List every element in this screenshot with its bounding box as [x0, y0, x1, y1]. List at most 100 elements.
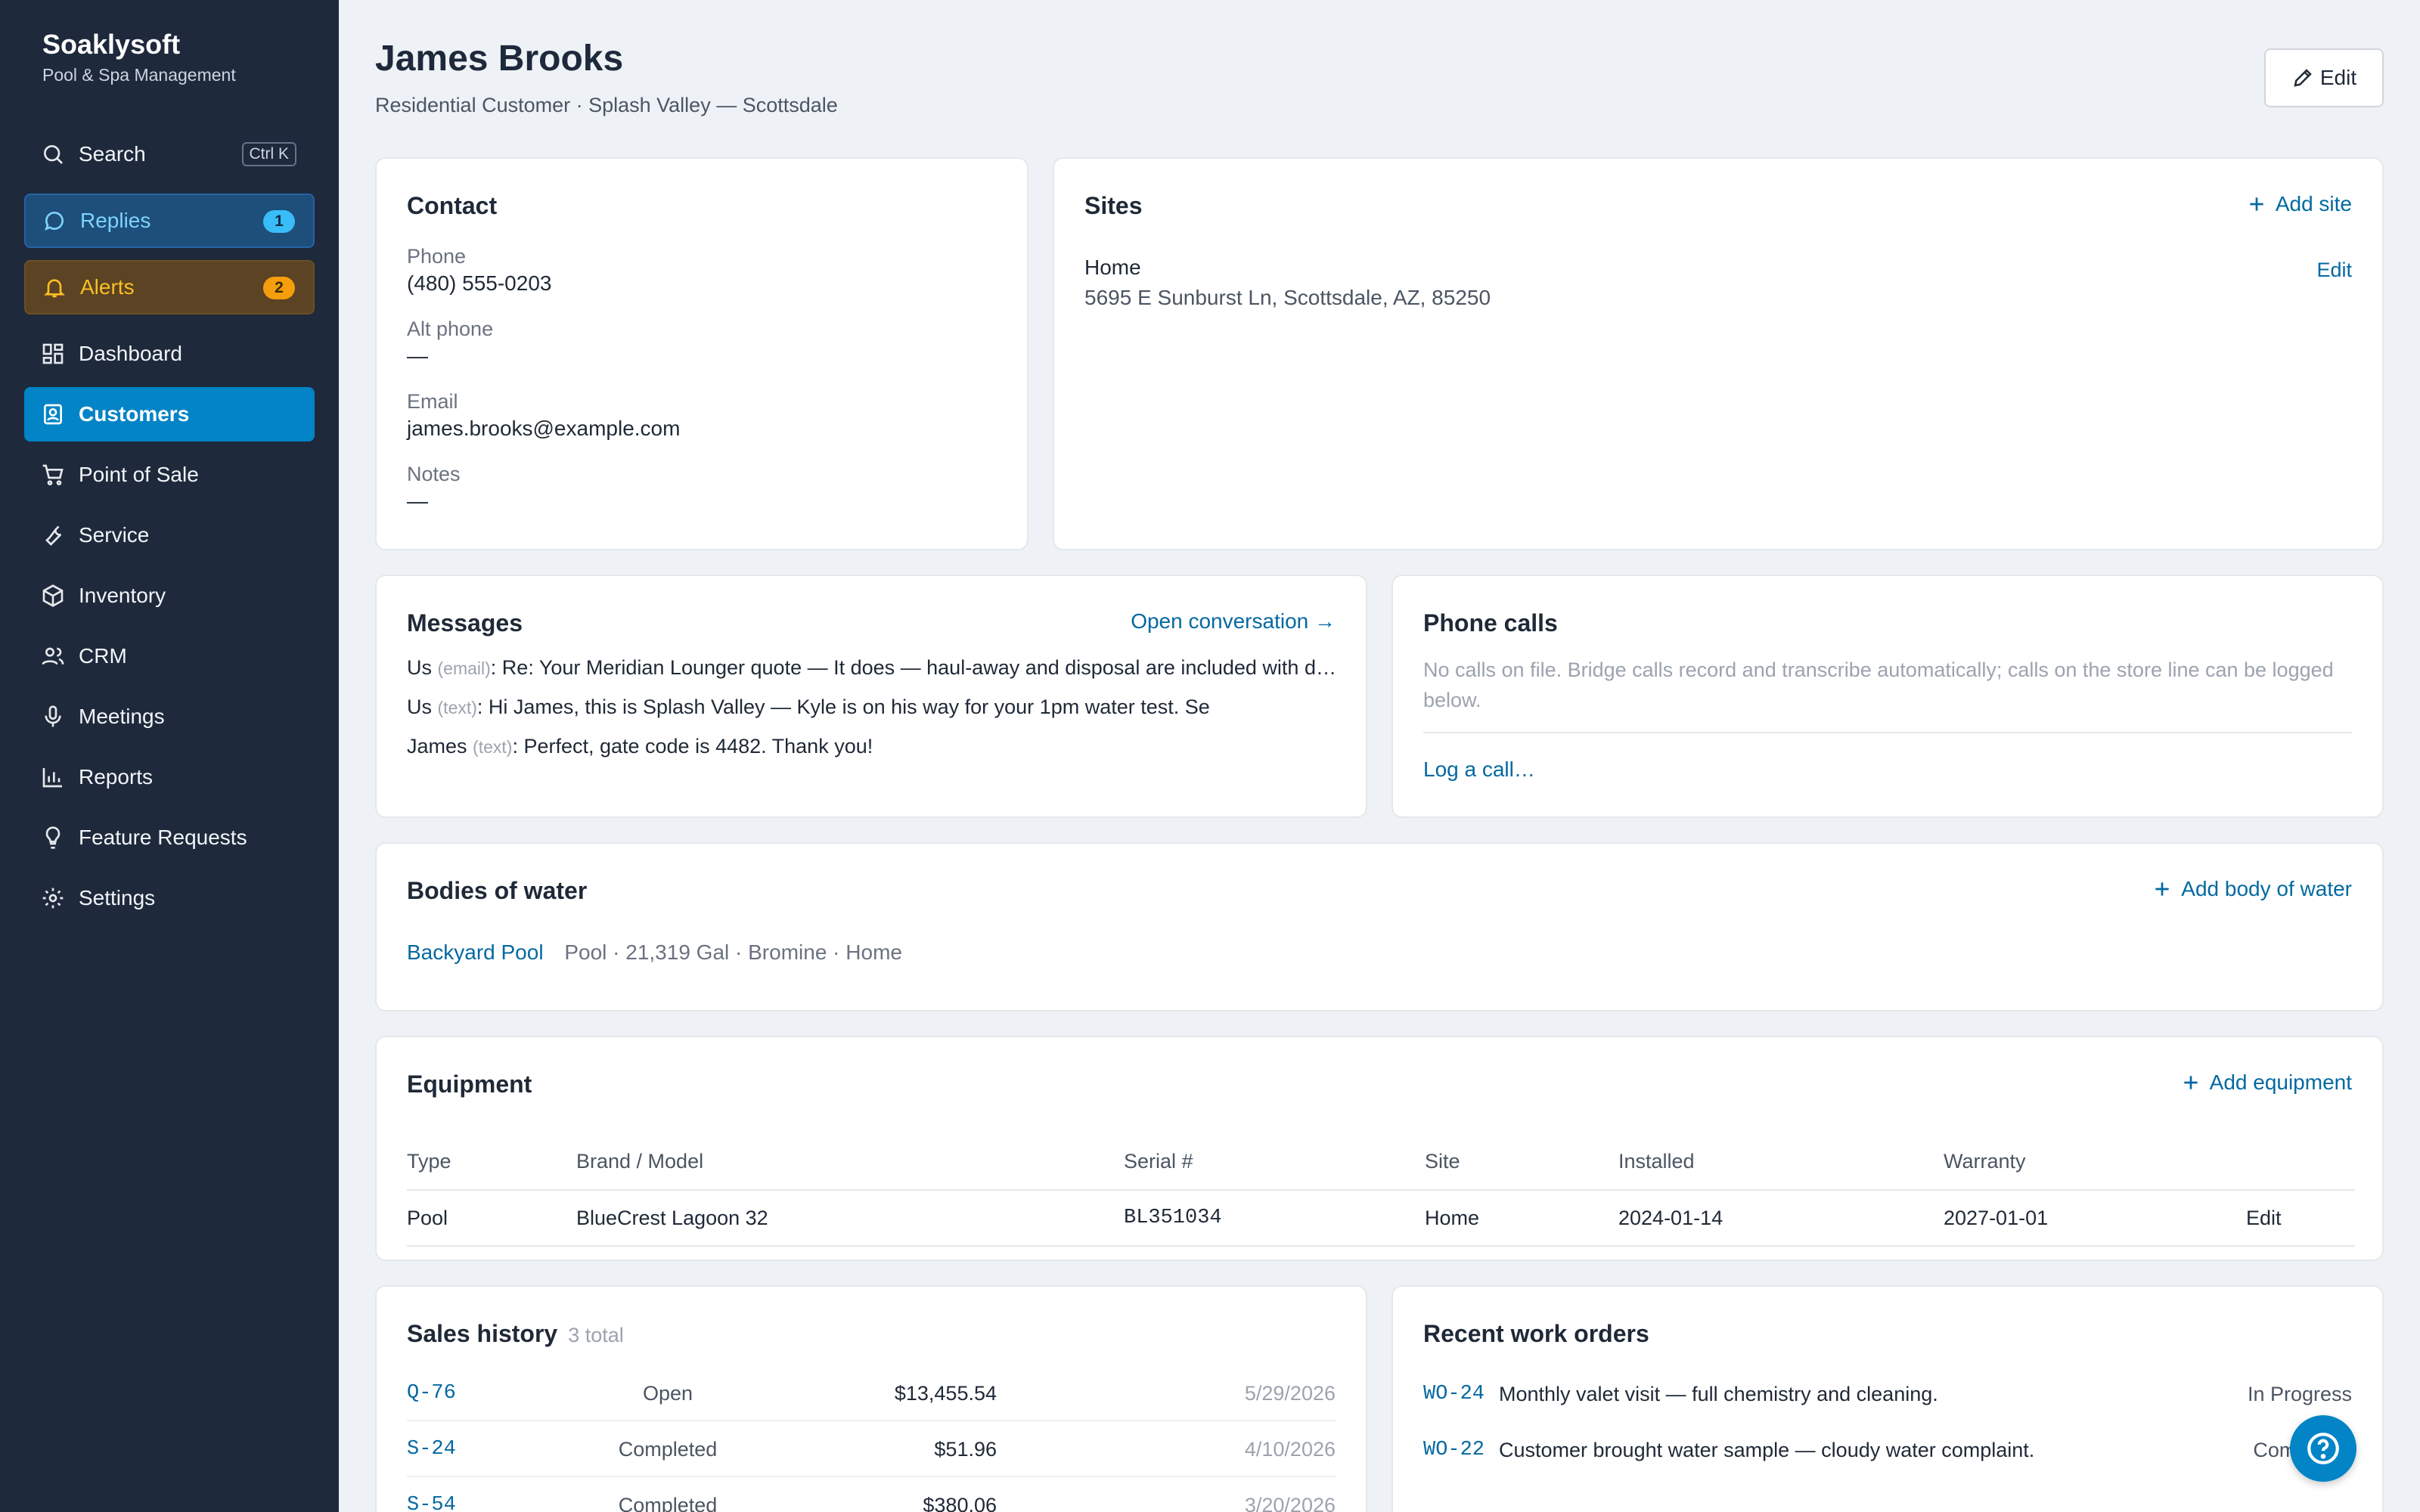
add-site-button[interactable]: Add site [2247, 192, 2352, 216]
sidebar-item-crm[interactable]: CRM [24, 629, 315, 683]
equipment-type: Pool [407, 1190, 576, 1247]
sidebar-item-label: Meetings [79, 705, 165, 728]
sidebar-item-label: Feature Requests [79, 826, 247, 849]
add-body-of-water-button[interactable]: Add body of water [2152, 877, 2352, 901]
sidebar-item-inventory[interactable]: Inventory [24, 569, 315, 623]
table-row[interactable]: Q-76 Open $13,455.54 5/29/2026 [407, 1367, 1336, 1421]
message-item[interactable]: Us (text): Hi James, this is Splash Vall… [407, 696, 1342, 719]
add-equipment-button[interactable]: Add equipment [2181, 1070, 2352, 1095]
column-header: Serial # [1124, 1134, 1425, 1191]
replies-count-badge: 1 [263, 210, 295, 233]
email-label: Email [407, 390, 458, 413]
column-header: Brand / Model [576, 1134, 1124, 1191]
sale-date: 5/29/2026 [1244, 1381, 1336, 1405]
add-site-label: Add site [2275, 192, 2352, 215]
sidebar-item-alerts[interactable]: Alerts 2 [24, 260, 315, 314]
message-text: : Hi James, this is Splash Valley — Kyle… [476, 696, 1210, 718]
edit-customer-button[interactable]: Edit [2264, 48, 2384, 107]
column-header: Type [407, 1134, 576, 1191]
sale-id[interactable]: S-54 [407, 1494, 611, 1512]
sidebar-item-meetings[interactable]: Meetings [24, 689, 315, 744]
message-channel: (email) [437, 658, 491, 678]
page-title: James Brooks [375, 39, 624, 79]
edit-equipment-link[interactable]: Edit [2246, 1190, 2355, 1247]
sidebar: Soaklysoft Pool & Spa Management Search … [0, 0, 339, 1512]
open-conversation-link[interactable]: Open conversation → [1131, 609, 1336, 634]
sidebar-item-replies[interactable]: Replies 1 [24, 194, 315, 248]
edit-site-link[interactable]: Edit [2316, 259, 2352, 282]
sale-status: Completed [618, 1437, 718, 1461]
sale-id[interactable]: S-24 [407, 1438, 611, 1461]
sites-card: Sites Add site Home 5695 E Sunburst Ln, … [1053, 157, 2384, 550]
phone-value[interactable]: (480) 555-0203 [407, 271, 551, 296]
message-sender: James [407, 735, 467, 758]
equipment-title: Equipment [407, 1070, 532, 1098]
phone-field: Phone (480) 555-0203 [407, 245, 551, 296]
pencil-icon [2294, 69, 2312, 87]
work-order-row[interactable]: WO-24 Monthly valet visit — full chemist… [1423, 1367, 2352, 1421]
alt-phone-value: — [407, 344, 428, 367]
chat-bubble-icon [45, 212, 64, 231]
cart-icon [42, 464, 64, 485]
sales-title: Sales history 3 total [407, 1320, 624, 1348]
brand-subtitle: Pool & Spa Management [42, 65, 236, 85]
work-order-row[interactable]: WO-22 Customer brought water sample — cl… [1423, 1423, 2352, 1477]
sale-date: 4/10/2026 [1244, 1437, 1336, 1461]
phone-calls-card: Phone calls No calls on file. Bridge cal… [1392, 575, 2384, 818]
sidebar-item-dashboard[interactable]: Dashboard [24, 327, 315, 381]
message-item[interactable]: Us (email): Re: Your Meridian Lounger qu… [407, 656, 1342, 680]
alerts-count-badge: 2 [263, 277, 295, 299]
sidebar-item-reports[interactable]: Reports [24, 750, 315, 804]
table-row: Pool BlueCrest Lagoon 32 BL351034 Home 2… [407, 1190, 2355, 1247]
sidebar-search-label: Search [79, 142, 146, 166]
question-icon [2307, 1433, 2339, 1464]
wrench-icon [45, 525, 62, 546]
sidebar-item-point-of-sale[interactable]: Point of Sale [24, 448, 315, 502]
body-of-water-item: Backyard Pool Pool · 21,319 Gal · Bromin… [407, 940, 902, 965]
site-address: 5695 E Sunburst Ln, Scottsdale, AZ, 8525… [1084, 286, 1491, 309]
equipment-model: BlueCrest Lagoon 32 [576, 1190, 1124, 1247]
sidebar-item-feature-requests[interactable]: Feature Requests [24, 810, 315, 865]
sidebar-item-label: Settings [79, 886, 156, 909]
help-button[interactable] [2290, 1415, 2356, 1482]
table-row[interactable]: S-54 Completed $380.06 3/20/2026 [407, 1479, 1336, 1512]
mic-icon [45, 705, 61, 727]
sidebar-item-service[interactable]: Service [24, 508, 315, 562]
column-header: Warranty [1944, 1134, 2246, 1191]
sidebar-search[interactable]: Search Ctrl K [24, 127, 315, 181]
sidebar-item-settings[interactable]: Settings [24, 871, 315, 925]
dashboard-icon [42, 343, 64, 364]
sales-title-text: Sales history [407, 1320, 558, 1347]
message-channel: (text) [473, 737, 513, 757]
sidebar-item-customers[interactable]: Customers [24, 387, 315, 442]
sale-amount: $380.06 [923, 1493, 997, 1512]
work-orders-card: Recent work orders WO-24 Monthly valet v… [1392, 1285, 2384, 1512]
sidebar-item-label: Customers [79, 402, 190, 426]
work-order-id[interactable]: WO-22 [1423, 1439, 1499, 1461]
sale-amount: $13,455.54 [894, 1381, 997, 1405]
column-header: Installed [1618, 1134, 1944, 1191]
bell-icon [44, 279, 65, 298]
sidebar-item-label: Replies [80, 209, 151, 232]
search-icon [44, 145, 63, 164]
notes-label: Notes [407, 463, 461, 485]
equipment-serial: BL351034 [1124, 1190, 1425, 1247]
search-shortcut: Ctrl K [241, 142, 296, 166]
work-order-id[interactable]: WO-24 [1423, 1383, 1499, 1405]
body-of-water-name[interactable]: Backyard Pool [407, 940, 544, 964]
log-call-link[interactable]: Log a call… [1423, 758, 1535, 782]
message-text: : Re: Your Meridian Lounger quote — It d… [490, 656, 1342, 679]
plus-icon [2155, 882, 2169, 896]
message-sender: Us [407, 696, 432, 718]
column-header-actions [2246, 1134, 2355, 1191]
equipment-site: Home [1425, 1190, 1618, 1247]
table-header-row: Type Brand / Model Serial # Site Install… [407, 1134, 2355, 1191]
alt-phone-field: Alt phone — [407, 318, 493, 368]
sale-amount: $51.96 [934, 1437, 997, 1461]
phone-calls-empty-text: No calls on file. Bridge calls record an… [1423, 658, 2334, 711]
email-value[interactable]: james.brooks@example.com [407, 417, 680, 441]
alt-phone-label: Alt phone [407, 318, 494, 340]
message-item[interactable]: James (text): Perfect, gate code is 4482… [407, 735, 1342, 758]
sale-id[interactable]: Q-76 [407, 1382, 611, 1405]
table-row[interactable]: S-24 Completed $51.96 4/10/2026 [407, 1423, 1336, 1477]
